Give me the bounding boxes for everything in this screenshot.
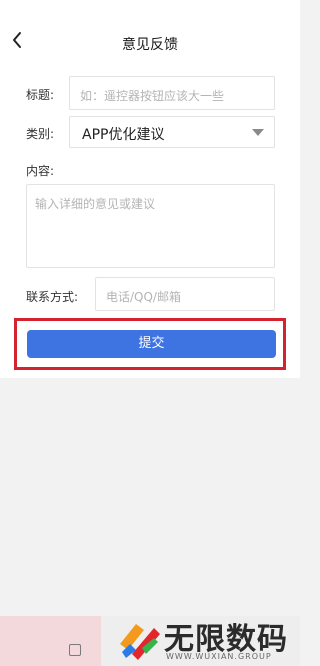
- watermark: 无限数码 WWW.WUXIAN.GROUP: [114, 612, 300, 666]
- submit-button[interactable]: 提交: [27, 330, 276, 358]
- caret-down-icon: [252, 129, 264, 136]
- recent-apps-icon[interactable]: [69, 644, 81, 656]
- content-label: 内容:: [26, 164, 55, 178]
- title-label: 标题:: [26, 88, 55, 102]
- watermark-logo-icon: [114, 614, 164, 664]
- contact-input-placeholder: 电话/QQ/邮箱: [106, 290, 181, 304]
- category-label: 类别:: [26, 127, 55, 141]
- category-select[interactable]: APP优化建议: [69, 116, 275, 148]
- title-input[interactable]: 如：遥控器按钮应该大一些: [69, 76, 275, 110]
- content-textarea[interactable]: 输入详细的意见或建议: [26, 184, 275, 268]
- page-title: 意见反馈: [122, 37, 178, 53]
- content-textarea-placeholder: 输入详细的意见或建议: [35, 197, 156, 211]
- feedback-form: 标题: 如：遥控器按钮应该大一些 类别: APP优化建议 内容: 输入详细的意见…: [0, 68, 300, 378]
- contact-label: 联系方式:: [26, 290, 79, 304]
- watermark-url: WWW.WUXIAN.GROUP: [166, 652, 272, 661]
- category-select-value: APP优化建议: [82, 127, 165, 143]
- system-nav-bar-left: [0, 616, 101, 666]
- top-nav-bar: 意见反馈: [0, 0, 300, 68]
- title-input-placeholder: 如：遥控器按钮应该大一些: [80, 89, 225, 103]
- contact-input[interactable]: 电话/QQ/邮箱: [95, 277, 275, 311]
- submit-highlight-frame: 提交: [14, 318, 286, 370]
